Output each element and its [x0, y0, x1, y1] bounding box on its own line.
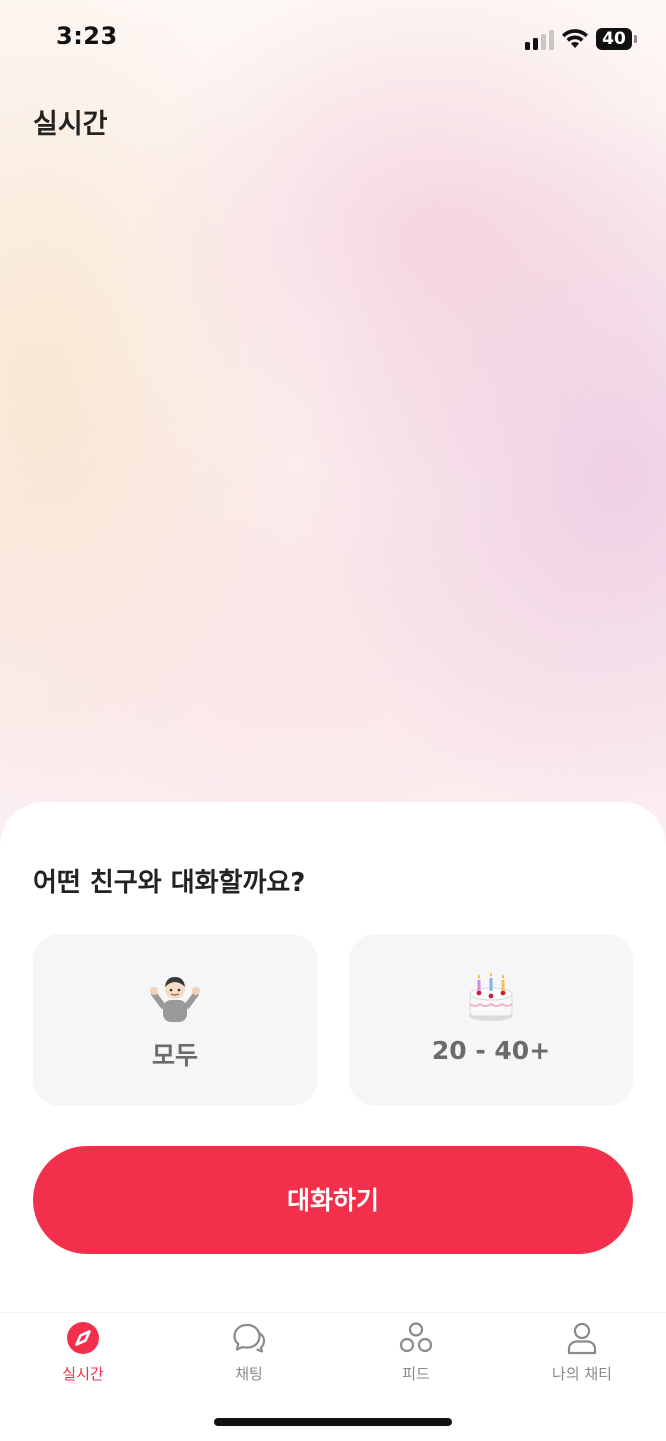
start-chat-button[interactable]: 대화하기: [33, 1146, 633, 1254]
birthday-cake-icon: [349, 972, 633, 1022]
compass-icon: [67, 1322, 99, 1354]
option-label-all: 모두: [151, 1041, 198, 1070]
person-icon: [567, 1322, 597, 1355]
sheet-question: 어떤 친구와 대화할까요?: [33, 868, 306, 898]
battery-icon: 40: [596, 28, 632, 50]
tab-my-chatty[interactable]: 나의 채티: [499, 1313, 665, 1403]
page-title: 실시간: [33, 109, 108, 140]
home-indicator: [214, 1418, 452, 1426]
feed-circles-icon: [399, 1322, 433, 1353]
tab-label-feed: 피드: [402, 1365, 430, 1383]
tab-label-my-chatty: 나의 채티: [552, 1365, 612, 1383]
tab-feed[interactable]: 피드: [333, 1313, 499, 1403]
tab-realtime[interactable]: 실시간: [0, 1313, 166, 1403]
cellular-signal-icon: [525, 30, 555, 50]
battery-tip: [634, 35, 637, 43]
wifi-icon: [562, 29, 588, 48]
tab-label-chat: 채팅: [235, 1365, 263, 1383]
chat-bubbles-icon: [233, 1323, 266, 1353]
status-time: 3:23: [56, 22, 118, 50]
shrugging-person-icon: [33, 972, 317, 1022]
option-card-age-range[interactable]: 20 - 40+: [349, 934, 633, 1106]
tab-label-realtime: 실시간: [62, 1365, 104, 1383]
option-label-age-range: 20 - 40+: [431, 1036, 551, 1065]
option-card-all[interactable]: 모두: [33, 934, 317, 1106]
tab-chat[interactable]: 채팅: [166, 1313, 332, 1403]
